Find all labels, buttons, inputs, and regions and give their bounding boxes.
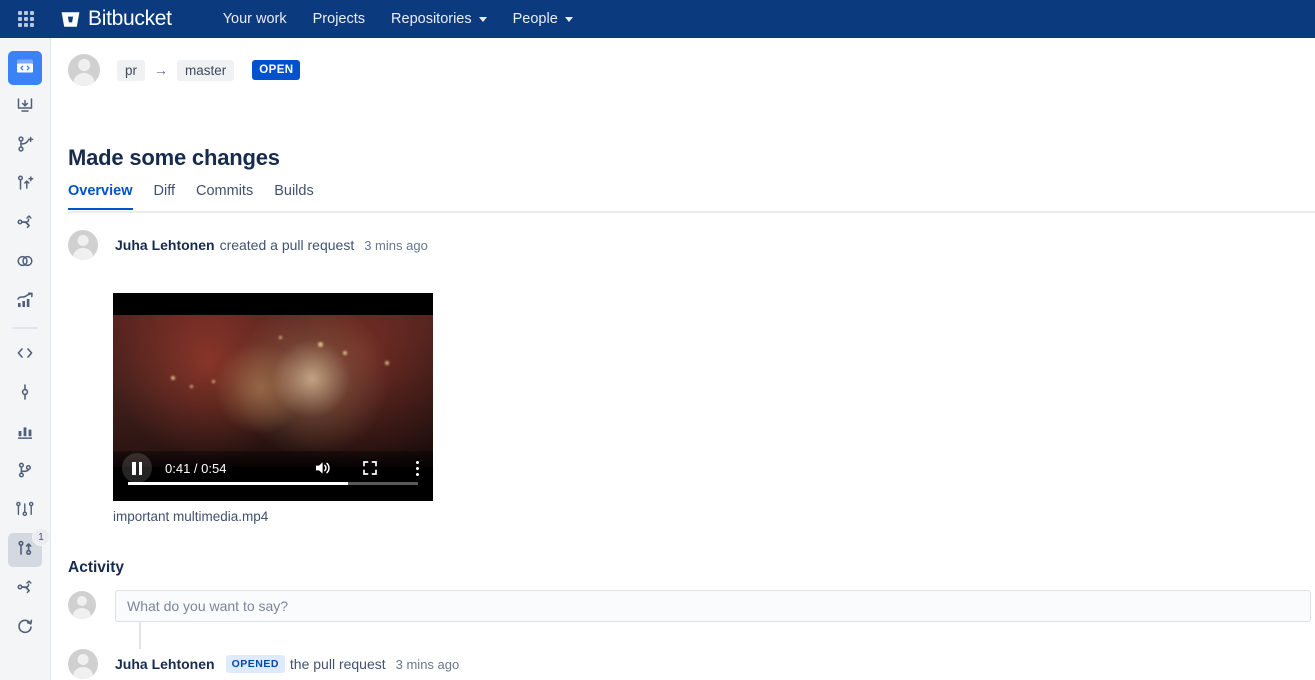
tab-diff[interactable]: Diff [154, 183, 176, 208]
nav-item-projects[interactable]: Projects [300, 5, 378, 33]
bitbucket-logo-icon [61, 11, 80, 28]
attachment-filename[interactable]: important multimedia.mp4 [113, 509, 433, 524]
sidebar-item-commits[interactable] [8, 377, 42, 411]
branch-arrow-icon: → [154, 62, 169, 78]
nav-item-label: Projects [312, 11, 366, 27]
top-navigation-bar: Bitbucket Your work Projects Repositorie… [0, 0, 1315, 38]
sidebar-item-source[interactable] [8, 338, 42, 372]
clone-download-icon [15, 95, 35, 120]
insights-chart-icon [15, 290, 35, 315]
volume-on-icon[interactable] [310, 456, 334, 480]
event-timestamp: 3 mins ago [364, 237, 428, 253]
activity-heading: Activity [68, 559, 124, 576]
tab-builds[interactable]: Builds [274, 183, 314, 208]
source-code-folder-icon [15, 56, 35, 81]
sidebar-item-create-branch[interactable] [8, 129, 42, 163]
video-progress-fill [128, 482, 349, 485]
status-badge: OPEN [252, 60, 301, 80]
sidebar-item-pipelines[interactable] [8, 572, 42, 606]
chevron-down-icon [564, 16, 573, 22]
page-title: Made some changes [68, 145, 280, 170]
video-time-display: 0:41 / 0:54 [165, 460, 227, 476]
nav-item-label: People [512, 11, 558, 27]
destination-branch-chip[interactable]: master [177, 59, 235, 81]
event-action: the pull request [289, 656, 386, 672]
nav-item-repositories[interactable]: Repositories [378, 5, 500, 33]
source-branch-chip[interactable]: pr [117, 59, 146, 81]
sidebar-item-bar-chart[interactable] [8, 416, 42, 450]
sidebar-item-fork-repository[interactable] [8, 207, 42, 241]
fullscreen-icon[interactable] [358, 456, 382, 480]
create-pull-request-icon [15, 173, 35, 198]
deployments-sync-icon [15, 616, 35, 641]
branches-icon [15, 460, 35, 485]
activity-connector-line [139, 621, 141, 649]
fork-repository-icon [15, 212, 35, 237]
avatar [68, 230, 98, 260]
sidebar-item-pull-requests[interactable]: 1 [8, 528, 50, 567]
tab-commits[interactable]: Commits [196, 183, 253, 208]
pull-requests-count-badge: 1 [32, 528, 50, 546]
tab-overview[interactable]: Overview [68, 183, 133, 210]
attachment-block: 0:41 / 0:54 important multimedia.mp4 [113, 293, 433, 524]
pause-icon[interactable] [122, 453, 152, 483]
brand-wordmark: Bitbucket [88, 7, 172, 30]
more-options-icon[interactable] [406, 456, 428, 480]
avatar [68, 649, 98, 679]
event-author[interactable]: Juha Lehtonen [115, 237, 215, 253]
nav-item-label: Your work [222, 11, 287, 27]
opened-badge: OPENED [225, 655, 285, 673]
branch-list-icon [14, 499, 36, 524]
pull-request-created-event: Juha Lehtonen created a pull request 3 m… [68, 230, 428, 260]
sidebar-item-deployments[interactable] [8, 611, 42, 645]
event-author[interactable]: Juha Lehtonen [115, 656, 215, 672]
comment-input[interactable] [115, 590, 1311, 622]
create-branch-icon [15, 134, 35, 159]
tab-label: Builds [274, 183, 314, 199]
nav-item-label: Repositories [391, 11, 472, 27]
tab-label: Commits [196, 183, 254, 199]
video-player[interactable]: 0:41 / 0:54 [113, 293, 433, 501]
avatar [68, 54, 100, 86]
sidebar-divider [12, 327, 38, 329]
pipelines-icon [15, 577, 35, 602]
nav-item-people[interactable]: People [500, 5, 586, 33]
event-timestamp: 3 mins ago [395, 656, 460, 672]
event-action: created a pull request [219, 237, 355, 253]
avatar [68, 591, 96, 619]
video-frame [113, 315, 433, 467]
sidebar-item-branches[interactable] [8, 455, 42, 489]
bar-chart-icon [15, 421, 35, 446]
comment-composer [68, 590, 1311, 622]
tab-label: Diff [153, 183, 176, 199]
repository-sidebar: 1 [0, 38, 51, 680]
grid-apps-icon[interactable] [13, 6, 39, 32]
sidebar-item-source-code-folder[interactable] [8, 51, 42, 85]
sidebar-item-create-pull-request[interactable] [8, 168, 42, 202]
pull-request-breadcrumb: pr → master OPEN [68, 54, 301, 86]
sidebar-item-branch-list[interactable] [8, 494, 42, 528]
commits-icon [15, 382, 35, 407]
pull-request-tabs: Overview Diff Commits Builds [68, 183, 1315, 213]
source-code-icon [15, 343, 35, 368]
nav-item-your-work[interactable]: Your work [210, 5, 300, 33]
chevron-down-icon [478, 16, 487, 22]
sidebar-item-insights[interactable] [8, 285, 42, 319]
pull-requests-icon [15, 538, 35, 563]
compare-icon [15, 251, 35, 276]
sidebar-item-compare[interactable] [8, 246, 42, 280]
main-content: pr → master OPEN Made some changes Overv… [52, 38, 1315, 680]
bitbucket-home-link[interactable]: Bitbucket [61, 7, 172, 31]
video-progress-bar[interactable] [128, 482, 418, 485]
sidebar-item-clone-download[interactable] [8, 90, 42, 124]
activity-entry: Juha Lehtonen OPENED the pull request 3 … [68, 649, 459, 679]
top-nav-links: Your work Projects Repositories People [210, 5, 586, 33]
tab-label: Overview [68, 183, 133, 199]
video-controls: 0:41 / 0:54 [113, 451, 433, 501]
